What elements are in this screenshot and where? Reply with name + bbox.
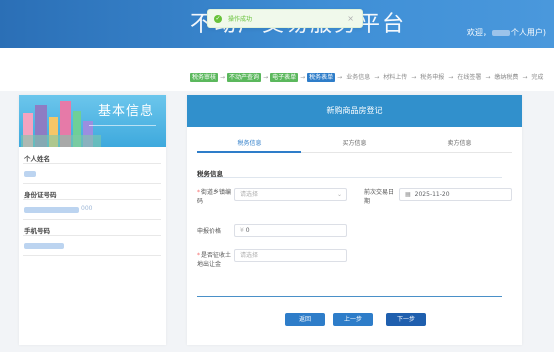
- success-toast: ✓ 操作成功 ×: [207, 9, 363, 28]
- prev-trade-date-picker[interactable]: ▦ 2025-11-20: [399, 188, 512, 201]
- divider: [23, 219, 161, 220]
- divider: [23, 235, 161, 236]
- required-mark: *: [197, 189, 200, 196]
- required-mark: *: [197, 252, 200, 259]
- divider: [23, 199, 161, 200]
- prev-step-button[interactable]: 上一步: [333, 313, 373, 326]
- currency-prefix: ¥: [240, 227, 244, 234]
- step-arrow-icon: →: [220, 73, 226, 81]
- back-button[interactable]: 返回: [285, 313, 325, 326]
- active-tab-indicator: [197, 151, 301, 153]
- user-greeting[interactable]: 欢迎， 个人用户): [467, 27, 546, 38]
- declared-price-value: 0: [245, 227, 250, 234]
- tax-form-card: 新购商品房登记 税务信息 买方信息 卖方信息 税务信息 *街道乡镇编码 请选择 …: [187, 95, 522, 345]
- masked-name-value: [24, 171, 36, 177]
- masked-phone-value: [24, 243, 64, 249]
- prev-trade-date-value: 2025-11-20: [414, 191, 450, 198]
- land-grant-label-text: 是否征收土地出让金: [197, 252, 232, 268]
- name-label: 个人姓名: [24, 155, 50, 163]
- masked-id-value: [24, 207, 79, 213]
- next-step-button[interactable]: 下一步: [386, 313, 426, 326]
- step-complete: 完成: [531, 73, 544, 81]
- close-icon[interactable]: ×: [347, 14, 354, 24]
- declared-price-input[interactable]: ¥ 0: [234, 224, 347, 237]
- tab-tax-info[interactable]: 税务信息: [197, 139, 302, 151]
- progress-steps: 税务审核 → 不动产查询 → 电子表单 → 税务表单 → 业务信息 → 材料上传…: [190, 72, 545, 82]
- id-partial-digits: 000: [81, 205, 93, 212]
- land-grant-select[interactable]: 请选择: [234, 249, 347, 262]
- welcome-prefix: 欢迎，: [466, 28, 491, 37]
- step-arrow-icon: →: [522, 73, 528, 81]
- section-divider: [197, 177, 502, 178]
- form-title: 新购商品房登记: [187, 95, 522, 127]
- step-tax-form: 税务表单: [307, 72, 336, 82]
- step-tax-declaration: 税务申报: [420, 73, 445, 81]
- welcome-suffix: 个人用户): [510, 28, 546, 37]
- step-arrow-icon: →: [374, 73, 380, 81]
- chevron-down-icon: ⌄: [336, 191, 342, 198]
- prev-trade-date-label: 前次交易日期: [364, 189, 395, 205]
- step-arrow-icon: →: [300, 73, 306, 81]
- street-code-label-text: 街道乡镇编码: [197, 189, 232, 205]
- step-online-signing: 在线签署: [457, 73, 482, 81]
- street-code-select[interactable]: 请选择 ⌄: [234, 188, 347, 201]
- step-arrow-icon: →: [337, 73, 343, 81]
- declared-price-label: 申报价格: [197, 228, 222, 235]
- success-check-icon: ✓: [214, 14, 222, 23]
- divider: [23, 163, 161, 164]
- form-tabs: 税务信息 买方信息 卖方信息: [197, 139, 512, 151]
- step-tax-review: 税务审核: [190, 72, 219, 82]
- step-business-info: 业务信息: [346, 73, 371, 81]
- banner-divider: [89, 125, 156, 126]
- street-code-placeholder: 请选择: [240, 191, 259, 198]
- id-number-label: 身份证号码: [24, 191, 57, 199]
- step-arrow-icon: →: [411, 73, 417, 81]
- step-material-upload: 材料上传: [383, 73, 408, 81]
- tab-seller-info[interactable]: 卖方信息: [407, 139, 512, 151]
- calendar-icon: ▦: [405, 191, 411, 198]
- land-grant-placeholder: 请选择: [240, 252, 259, 259]
- step-arrow-icon: →: [263, 73, 269, 81]
- land-grant-label: *是否征收土地出让金: [197, 251, 235, 269]
- divider: [23, 183, 161, 184]
- masked-username: [491, 29, 510, 36]
- phone-label: 手机号码: [24, 227, 50, 235]
- tab-buyer-info[interactable]: 买方信息: [302, 139, 407, 151]
- basic-info-card: 基本信息 个人姓名 身份证号码 000 手机号码: [19, 95, 166, 345]
- toast-message: 操作成功: [228, 16, 253, 23]
- divider: [23, 255, 161, 256]
- step-arrow-icon: →: [485, 73, 491, 81]
- basic-info-title: 基本信息: [97, 104, 154, 119]
- step-arrow-icon: →: [448, 73, 454, 81]
- street-code-label: *街道乡镇编码: [197, 188, 235, 206]
- basic-info-banner: 基本信息: [19, 95, 166, 147]
- step-e-form: 电子表单: [270, 72, 299, 82]
- step-property-query: 不动产查询: [227, 72, 262, 82]
- step-pay-taxes: 缴纳税费: [494, 73, 519, 81]
- step-bar-area: [0, 48, 554, 91]
- form-bottom-divider: [197, 296, 502, 297]
